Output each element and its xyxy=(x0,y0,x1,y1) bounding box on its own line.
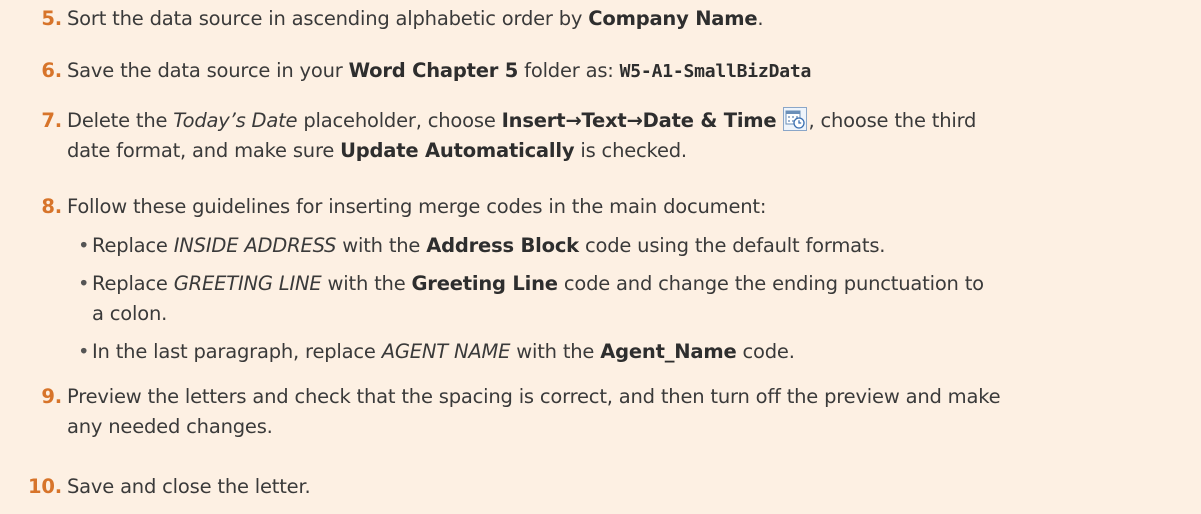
step-number: 7. xyxy=(41,109,62,132)
bullet-text: Replace GREETING LINE with the Greeting … xyxy=(92,272,984,325)
bullet-marker: • xyxy=(78,340,90,363)
bullet-text: Replace INSIDE ADDRESS with the Address … xyxy=(92,234,886,257)
bullet-item: • Replace GREETING LINE with the Greetin… xyxy=(78,269,1188,329)
step-number: 6. xyxy=(41,59,62,82)
step-number: 5. xyxy=(41,7,62,30)
step-number: 9. xyxy=(41,385,62,408)
step-text: Preview the letters and check that the s… xyxy=(67,385,1001,438)
step-text: Delete the Today’s Date placeholder, cho… xyxy=(67,107,977,162)
date-time-icon xyxy=(783,107,808,131)
step-number: 8. xyxy=(41,195,62,218)
step-text: Save the data source in your Word Chapte… xyxy=(67,59,812,82)
bullet-marker: • xyxy=(78,234,90,257)
bullet-marker: • xyxy=(78,272,90,295)
step-text: Save and close the letter. xyxy=(67,475,311,498)
bullet-text: In the last paragraph, replace AGENT NAM… xyxy=(92,340,795,363)
page-edge-watermark xyxy=(0,0,12,514)
step-text: Follow these guidelines for inserting me… xyxy=(67,195,767,218)
step-number: 10. xyxy=(28,475,62,498)
step-9: 9. Preview the letters and check that th… xyxy=(28,382,1193,444)
step-text: Sort the data source in ascending alphab… xyxy=(67,7,764,30)
filename-code: W5-A1-SmallBizData xyxy=(619,61,812,82)
step-7: 7. Delete the Today’s Date placeholder, … xyxy=(28,106,1193,168)
